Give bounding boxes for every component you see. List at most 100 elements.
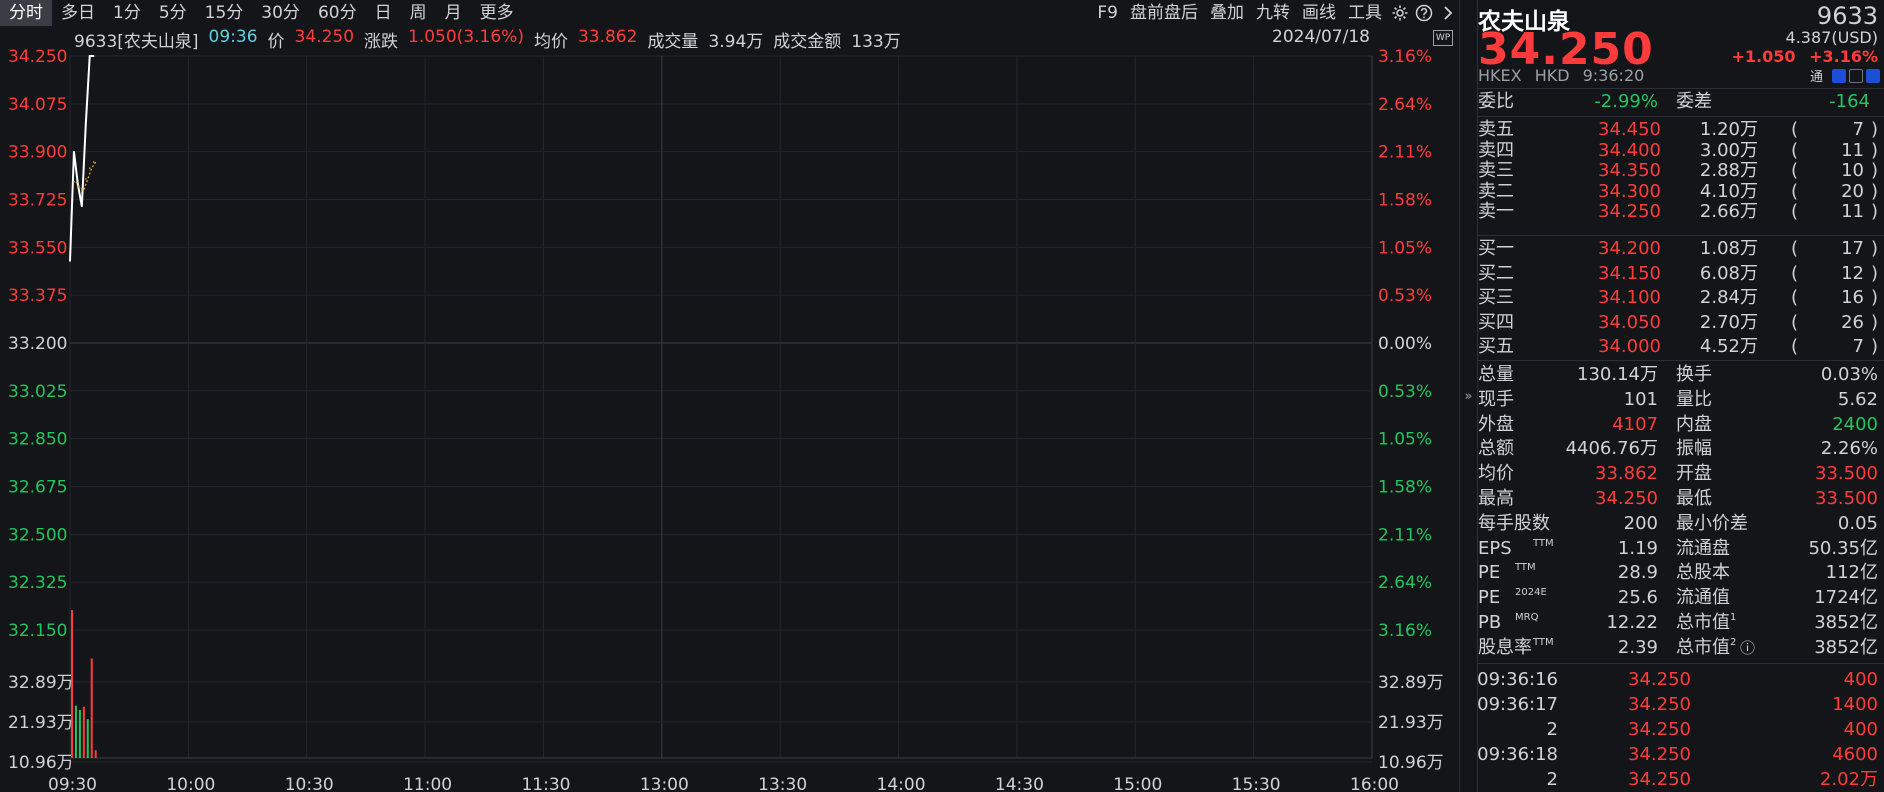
stat-value: 34.250	[1595, 488, 1658, 509]
weicha-value: -164	[1829, 91, 1870, 112]
market: HKEX	[1478, 66, 1522, 85]
y-pct-tick-label: 1.58%	[1378, 478, 1432, 498]
stat-label: 最高	[1478, 488, 1514, 509]
y-pct-tick-label: 1.05%	[1378, 238, 1432, 258]
avg-point	[92, 161, 95, 163]
tick-price: 34.250	[1628, 694, 1691, 715]
stat-row: 最高 34.250 最低 33.500	[1478, 487, 1884, 511]
tick-price: 34.250	[1628, 719, 1691, 740]
bid-row[interactable]: 买一 34.200 1.08万 (17)	[1478, 237, 1884, 261]
tick-row[interactable]: 09:36:18 34.250 4600	[1477, 742, 1884, 767]
stat-value: 200	[1623, 512, 1658, 534]
stock-code: 9633	[1816, 2, 1878, 30]
stat-label-suffix: 2024E	[1515, 587, 1547, 599]
bid-row[interactable]: 买三 34.100 2.84万 (16)	[1478, 286, 1884, 310]
bid-volume: 2.70万	[1699, 311, 1758, 333]
tick-row[interactable]: 09:36:17 34.250 1400	[1477, 692, 1884, 717]
tick-price: 34.250	[1628, 769, 1691, 790]
stat-label: 最低	[1676, 488, 1712, 509]
price-point	[92, 55, 95, 57]
x-tick-label: 14:00	[877, 775, 926, 792]
y-price-tick-label: 32.325	[8, 573, 67, 593]
collapse-panel-button[interactable]: »	[1460, 0, 1478, 792]
intraday-chart[interactable]: 34.250 3.16% 34.075 2.64% 33.900 2.11% 33.725 1…	[0, 0, 1460, 792]
tick-volume: 1400	[1832, 694, 1878, 715]
paren-open: (	[1790, 201, 1798, 222]
stat-row: 总量 130.14万 换手 0.03%	[1478, 363, 1884, 387]
divider	[1478, 88, 1884, 89]
stat-label-suffix: MRQ	[1515, 612, 1539, 623]
stat-row: 股息率 TTM 2.39 总市值 2 ⓘ 3852亿	[1478, 636, 1884, 660]
usd-price: 4.387(USD)	[1785, 28, 1878, 47]
x-tick-label: 10:30	[285, 775, 334, 792]
x-tick-label: 10:00	[166, 775, 215, 792]
ask-volume: 2.66万	[1699, 201, 1758, 222]
price-point	[69, 260, 71, 262]
tick-volume: 400	[1843, 669, 1878, 690]
bid-row[interactable]: 买五 34.000 4.52万 (7)	[1478, 335, 1884, 359]
volume-tick-label: 32.89万	[8, 673, 74, 693]
info-icon: ⓘ	[1740, 638, 1756, 657]
bell-icon[interactable]	[1849, 68, 1863, 83]
bid-row[interactable]: 买四 34.050 2.70万 (26)	[1478, 311, 1884, 335]
stat-row: 外盘 4107 内盘 2400	[1478, 413, 1884, 437]
y-pct-tick-label: 2.64%	[1378, 95, 1432, 115]
stat-label: 振幅	[1676, 438, 1712, 460]
tick-volume: 4600	[1832, 744, 1878, 765]
tong-label: 通	[1809, 70, 1823, 85]
tick-volume: 400	[1843, 719, 1878, 740]
paren-open: (	[1790, 311, 1798, 333]
paren-open: (	[1790, 238, 1798, 259]
bid-price: 34.000	[1598, 336, 1661, 357]
y-price-tick-label: 33.200	[8, 334, 67, 354]
bid-price: 34.100	[1598, 287, 1661, 308]
change-value: +1.050	[1731, 47, 1796, 66]
volume-bar	[78, 710, 81, 758]
ask-price: 34.250	[1598, 201, 1661, 222]
stat-label: 外盘	[1478, 413, 1514, 435]
paren-close: )	[1870, 201, 1878, 222]
market-info: HKEX HKD 9:36:20	[1478, 66, 1644, 85]
y-pct-tick-label: 2.11%	[1378, 525, 1432, 545]
y-pct-tick-label: 2.11%	[1378, 143, 1432, 163]
y-price-tick-label: 33.550	[8, 238, 67, 258]
stat-label: 总额	[1478, 438, 1514, 460]
stat-label: 换手	[1676, 364, 1712, 385]
bid-label: 买四	[1478, 311, 1514, 333]
stat-label: PE	[1478, 587, 1501, 609]
stat-label: 股息率	[1478, 636, 1532, 658]
stat-label: 内盘	[1676, 413, 1712, 435]
stat-label: PB	[1478, 612, 1502, 633]
paren-close: )	[1870, 311, 1878, 333]
x-tick-label: 14:30	[995, 775, 1044, 792]
tick-row[interactable]: 2 34.250 2.02万	[1478, 767, 1884, 792]
tick-price: 34.250	[1628, 744, 1691, 765]
paren-open: (	[1790, 336, 1798, 357]
stat-value: 33.500	[1815, 463, 1878, 485]
stat-label: 总量	[1478, 364, 1514, 385]
edit-icon[interactable]	[1832, 68, 1846, 83]
stat-value: 1724亿	[1814, 587, 1878, 609]
quote-panel: » 农夫山泉 9633 34.250 4.387(USD) +1.050 +3.…	[1460, 0, 1884, 792]
chevron-right-double-icon: »	[1464, 388, 1473, 404]
bid-price: 34.050	[1598, 311, 1661, 333]
tick-row[interactable]: 09:36:16 34.250 400	[1477, 667, 1884, 692]
quote-time: 9:36:20	[1582, 66, 1645, 85]
ask-row[interactable]: 卖一 34.250 2.66万 (11)	[1478, 200, 1884, 224]
bid-row[interactable]: 买二 34.150 6.08万 (12)	[1478, 262, 1884, 286]
bid-label: 买三	[1478, 287, 1514, 308]
tick-price: 34.250	[1628, 669, 1691, 690]
stat-value: 3852亿	[1814, 636, 1878, 658]
bid-count: 12	[1841, 262, 1864, 284]
stat-value: 5.62	[1837, 388, 1878, 410]
stat-row: PE 2024E 25.6 流通值 1724亿	[1478, 586, 1884, 610]
ask-label: 卖一	[1478, 201, 1514, 222]
x-tick-label: 13:30	[758, 775, 807, 792]
x-tick-label: 11:30	[521, 775, 570, 792]
price-point	[73, 150, 75, 153]
bid-label: 买五	[1478, 336, 1514, 357]
add-icon[interactable]	[1866, 68, 1880, 83]
y-price-tick-label: 33.375	[8, 286, 67, 306]
tick-row[interactable]: 2 34.250 400	[1478, 717, 1884, 742]
y-price-tick-label: 32.675	[8, 478, 67, 498]
